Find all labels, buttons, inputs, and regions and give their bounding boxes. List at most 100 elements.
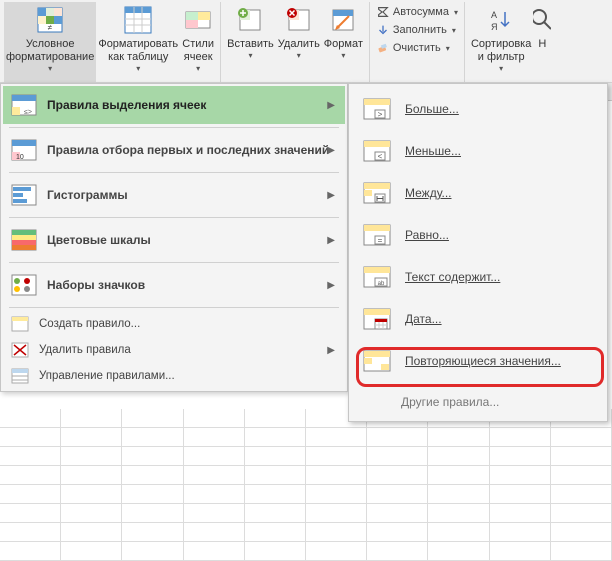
submenu-label: Другие правила... <box>401 395 499 409</box>
submenu-label: Дата... <box>405 312 442 326</box>
dropdown-indicator: ▾ <box>136 64 140 74</box>
menu-data-bars[interactable]: Гистограммы ▶ <box>3 176 345 214</box>
submenu-equal-to[interactable]: = Равно... <box>351 214 605 256</box>
submenu-text-contains[interactable]: ab Текст содержит... <box>351 256 605 298</box>
submenu-arrow-icon: ▶ <box>327 190 335 201</box>
format-as-table-button[interactable]: Форматировать как таблицу ▾ <box>96 2 180 82</box>
cell-grid[interactable] <box>0 409 612 546</box>
delete-icon <box>283 4 315 36</box>
submenu-arrow-icon: ▶ <box>327 280 335 291</box>
svg-text:ab: ab <box>378 281 385 287</box>
dropdown-indicator: ▾ <box>297 51 301 61</box>
fill-label: Заполнить <box>393 24 447 36</box>
submenu-greater-than[interactable]: > Больше... <box>351 88 605 130</box>
submenu-label: Равно... <box>405 228 449 242</box>
conditional-formatting-menu: ≤> Правила выделения ячеек ▶ 10 Правила … <box>0 83 348 392</box>
sort-filter-icon: АЯ <box>485 4 517 36</box>
submenu-between[interactable]: Между... <box>351 172 605 214</box>
format-label: Формат <box>324 38 363 51</box>
submenu-date-occurring[interactable]: Дата... <box>351 298 605 340</box>
insert-button[interactable]: Вставить ▾ <box>225 2 276 82</box>
insert-label: Вставить <box>227 38 274 51</box>
autosum-label: Автосумма <box>393 6 449 18</box>
menu-manage-rules[interactable]: Управление правилами... <box>3 363 345 389</box>
ribbon-group-sort: АЯ Сортировка и фильтр ▾ Н <box>465 2 555 82</box>
conditional-formatting-button[interactable]: ≠ Условное форматирование ▾ <box>4 2 96 82</box>
submenu-label: Между... <box>405 186 452 200</box>
menu-separator <box>359 384 597 385</box>
between-icon <box>363 182 391 204</box>
format-button[interactable]: Формат ▾ <box>322 2 365 82</box>
duplicate-values-icon <box>363 350 391 372</box>
menu-separator <box>9 262 339 263</box>
format-as-table-icon <box>122 4 154 36</box>
submenu-arrow-icon: ▶ <box>327 100 335 111</box>
insert-icon <box>234 4 266 36</box>
find-button[interactable]: Н <box>533 2 551 82</box>
conditional-formatting-icon: ≠ <box>34 4 66 36</box>
submenu-label: Повторяющиеся значения... <box>405 354 561 368</box>
menu-separator <box>9 127 339 128</box>
menu-separator <box>9 307 339 308</box>
menu-new-rule[interactable]: Создать правило... <box>3 311 345 337</box>
highlight-cells-submenu: > Больше... < Меньше... Между... = Равно… <box>348 83 608 422</box>
color-scales-icon <box>11 229 37 251</box>
menu-label: Удалить правила <box>39 344 337 356</box>
ribbon-group-editing: Автосумма ▾ Заполнить ▾ Очистить ▾ <box>370 2 465 82</box>
highlight-cells-icon: ≤> <box>11 94 37 116</box>
data-bars-icon <box>11 184 37 206</box>
clear-button[interactable]: Очистить ▾ <box>376 40 458 56</box>
submenu-label: Текст содержит... <box>405 270 500 284</box>
submenu-arrow-icon: ▶ <box>327 345 335 356</box>
new-rule-icon <box>11 316 29 332</box>
menu-label: Создать правило... <box>39 318 337 330</box>
menu-label: Гистограммы <box>47 188 337 202</box>
submenu-other-rules[interactable]: Другие правила... <box>351 387 605 413</box>
dropdown-indicator: ▾ <box>196 64 200 74</box>
sigma-icon <box>376 5 390 19</box>
icon-sets-icon <box>11 274 37 296</box>
clear-rules-icon <box>11 342 29 358</box>
svg-text:Я: Я <box>491 22 498 32</box>
delete-button[interactable]: Удалить ▾ <box>276 2 322 82</box>
menu-icon-sets[interactable]: Наборы значков ▶ <box>3 266 345 304</box>
dropdown-indicator: ▾ <box>48 64 52 74</box>
submenu-arrow-icon: ▶ <box>327 235 335 246</box>
text-contains-icon: ab <box>363 266 391 288</box>
submenu-label: Больше... <box>405 102 459 116</box>
menu-label: Правила выделения ячеек <box>47 98 337 112</box>
cell-styles-button[interactable]: Стили ячеек ▾ <box>180 2 216 82</box>
dropdown-indicator: ▾ <box>341 51 345 61</box>
less-than-icon: < <box>363 140 391 162</box>
sort-filter-label: Сортировка и фильтр <box>471 38 531 64</box>
ribbon-group-cells: Вставить ▾ Удалить ▾ Формат ▾ <box>221 2 370 82</box>
menu-separator <box>9 217 339 218</box>
conditional-formatting-label: Условное форматирование <box>6 38 94 64</box>
date-icon <box>363 308 391 330</box>
greater-than-icon: > <box>363 98 391 120</box>
dropdown-indicator: ▾ <box>452 26 456 35</box>
manage-rules-icon <box>11 368 29 384</box>
dropdown-indicator: ▾ <box>248 51 252 61</box>
equal-to-icon: = <box>363 224 391 246</box>
submenu-arrow-icon: ▶ <box>327 145 335 156</box>
ribbon-group-styles: ≠ Условное форматирование ▾ Форматироват… <box>0 2 221 82</box>
svg-text:≠: ≠ <box>48 23 53 32</box>
menu-color-scales[interactable]: Цветовые шкалы ▶ <box>3 221 345 259</box>
menu-highlight-cells-rules[interactable]: ≤> Правила выделения ячеек ▶ <box>3 86 345 124</box>
menu-clear-rules[interactable]: Удалить правила ▶ <box>3 337 345 363</box>
menu-label: Наборы значков <box>47 278 337 292</box>
svg-text:≤>: ≤> <box>24 109 32 116</box>
svg-text:>: > <box>378 110 383 119</box>
submenu-less-than[interactable]: < Меньше... <box>351 130 605 172</box>
menu-label: Управление правилами... <box>39 370 337 382</box>
submenu-duplicate-values[interactable]: Повторяющиеся значения... <box>351 340 605 382</box>
sort-filter-button[interactable]: АЯ Сортировка и фильтр ▾ <box>469 2 533 82</box>
autosum-button[interactable]: Автосумма ▾ <box>376 4 458 20</box>
eraser-icon <box>376 41 390 55</box>
svg-text:=: = <box>378 236 383 245</box>
fill-button[interactable]: Заполнить ▾ <box>376 22 458 38</box>
menu-top-bottom-rules[interactable]: 10 Правила отбора первых и последних зна… <box>3 131 345 169</box>
dropdown-indicator: ▾ <box>454 8 458 17</box>
menu-separator <box>9 172 339 173</box>
